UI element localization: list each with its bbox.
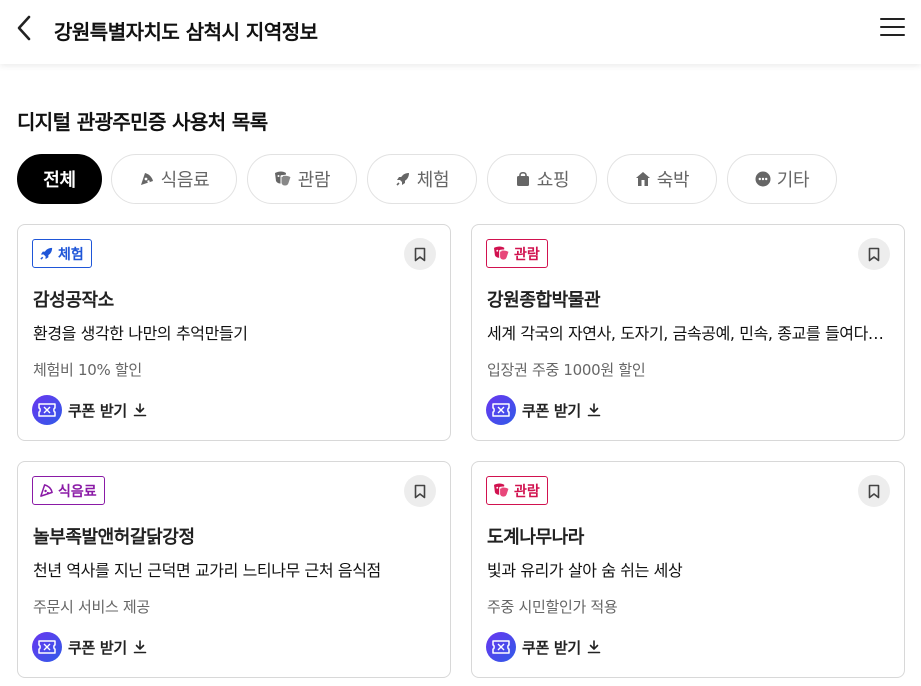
shopping-bag-icon [516, 171, 529, 186]
chip-view[interactable]: 관람 [247, 154, 357, 204]
place-description: 천년 역사를 지닌 근덕면 교가리 느티나무 근처 음식점 [33, 561, 381, 580]
get-coupon-button[interactable]: 쿠폰 받기 [32, 395, 147, 425]
get-coupon-button[interactable]: 쿠폰 받기 [32, 632, 147, 662]
theater-mask-icon [494, 246, 510, 261]
chip-lodging[interactable]: 숙박 [607, 154, 717, 204]
place-benefit: 체험비 10% 할인 [33, 361, 142, 379]
chip-label: 관람 [297, 170, 331, 191]
download-icon [133, 640, 147, 654]
section-title: 디지털 관광주민증 사용처 목록 [17, 110, 268, 134]
badge-label: 관람 [514, 483, 540, 500]
category-badge: 관람 [486, 239, 548, 268]
chip-label: 전체 [43, 170, 76, 191]
bookmark-icon [414, 484, 426, 498]
category-badge: 관람 [486, 476, 548, 505]
place-card[interactable]: 체험 감성공작소 환경을 생각한 나만의 추억만들기 체험비 10% 할인 쿠폰… [17, 224, 451, 441]
bookmark-button[interactable] [404, 475, 436, 507]
place-name: 도계나무나라 [487, 527, 584, 548]
coupon-label: 쿠폰 받기 [68, 638, 127, 657]
place-card[interactable]: 관람 강원종합박물관 세계 각국의 자연사, 도자기, 금속공예, 민속, 종교… [471, 224, 905, 441]
badge-label: 식음료 [58, 483, 97, 500]
chip-label: 쇼핑 [536, 170, 570, 191]
chip-all[interactable]: 전체 [17, 154, 102, 204]
page-title: 강원특별자치도 삼척시 지역정보 [54, 20, 318, 44]
download-icon [587, 403, 601, 417]
place-benefit: 주문시 서비스 제공 [33, 598, 150, 616]
coupon-label: 쿠폰 받기 [522, 638, 581, 657]
rocket-icon [40, 247, 53, 260]
pizza-icon [40, 484, 53, 497]
bookmark-button[interactable] [858, 238, 890, 270]
place-benefit: 입장권 주중 1000원 할인 [487, 361, 646, 379]
house-icon [635, 172, 650, 186]
more-dots-icon [755, 171, 771, 187]
category-badge: 식음료 [32, 476, 105, 505]
coupon-ticket-icon [486, 632, 516, 662]
bookmark-icon [414, 247, 426, 261]
place-card[interactable]: 식음료 놀부족발앤허갈닭강정 천년 역사를 지닌 근덕면 교가리 느티나무 근처… [17, 461, 451, 678]
menu-line [880, 18, 905, 21]
bookmark-icon [868, 247, 880, 261]
chip-label: 식음료 [160, 170, 210, 191]
download-icon [587, 640, 601, 654]
bookmark-icon [868, 484, 880, 498]
badge-label: 체험 [58, 246, 84, 263]
coupon-ticket-icon [486, 395, 516, 425]
hamburger-menu-button[interactable] [879, 15, 907, 41]
place-name: 강원종합박물관 [487, 290, 601, 311]
back-button[interactable] [10, 14, 38, 42]
menu-line [880, 26, 905, 29]
badge-label: 관람 [514, 246, 540, 263]
rocket-icon [396, 173, 409, 186]
app-header: 강원특별자치도 삼척시 지역정보 [0, 0, 921, 64]
pizza-icon [140, 173, 153, 185]
menu-line [880, 34, 905, 37]
category-badge: 체험 [32, 239, 92, 268]
get-coupon-button[interactable]: 쿠폰 받기 [486, 632, 601, 662]
coupon-ticket-icon [32, 632, 62, 662]
place-name: 놀부족발앤허갈닭강정 [33, 527, 195, 548]
download-icon [133, 403, 147, 417]
theater-mask-icon [274, 171, 292, 187]
chip-label: 체험 [416, 170, 450, 191]
theater-mask-icon [494, 483, 510, 498]
chip-etc[interactable]: 기타 [727, 154, 837, 204]
chip-label: 기타 [776, 170, 810, 191]
place-benefit: 주중 시민할인가 적용 [487, 598, 618, 616]
place-description: 환경을 생각한 나만의 추억만들기 [33, 324, 248, 343]
chevron-left-icon [17, 15, 31, 41]
bookmark-button[interactable] [404, 238, 436, 270]
coupon-label: 쿠폰 받기 [68, 401, 127, 420]
place-description: 세계 각국의 자연사, 도자기, 금속공예, 민속, 종교를 들여다볼 수 있는… [487, 324, 887, 343]
chip-experience[interactable]: 체험 [367, 154, 477, 204]
bookmark-button[interactable] [858, 475, 890, 507]
place-card[interactable]: 관람 도계나무나라 빛과 유리가 살아 숨 쉬는 세상 주중 시민할인가 적용 … [471, 461, 905, 678]
chip-label: 숙박 [656, 170, 690, 191]
coupon-ticket-icon [32, 395, 62, 425]
get-coupon-button[interactable]: 쿠폰 받기 [486, 395, 601, 425]
place-name: 감성공작소 [33, 290, 114, 311]
chip-food[interactable]: 식음료 [111, 154, 237, 204]
chip-shopping[interactable]: 쇼핑 [487, 154, 597, 204]
place-description: 빛과 유리가 살아 숨 쉬는 세상 [487, 561, 683, 580]
coupon-label: 쿠폰 받기 [522, 401, 581, 420]
